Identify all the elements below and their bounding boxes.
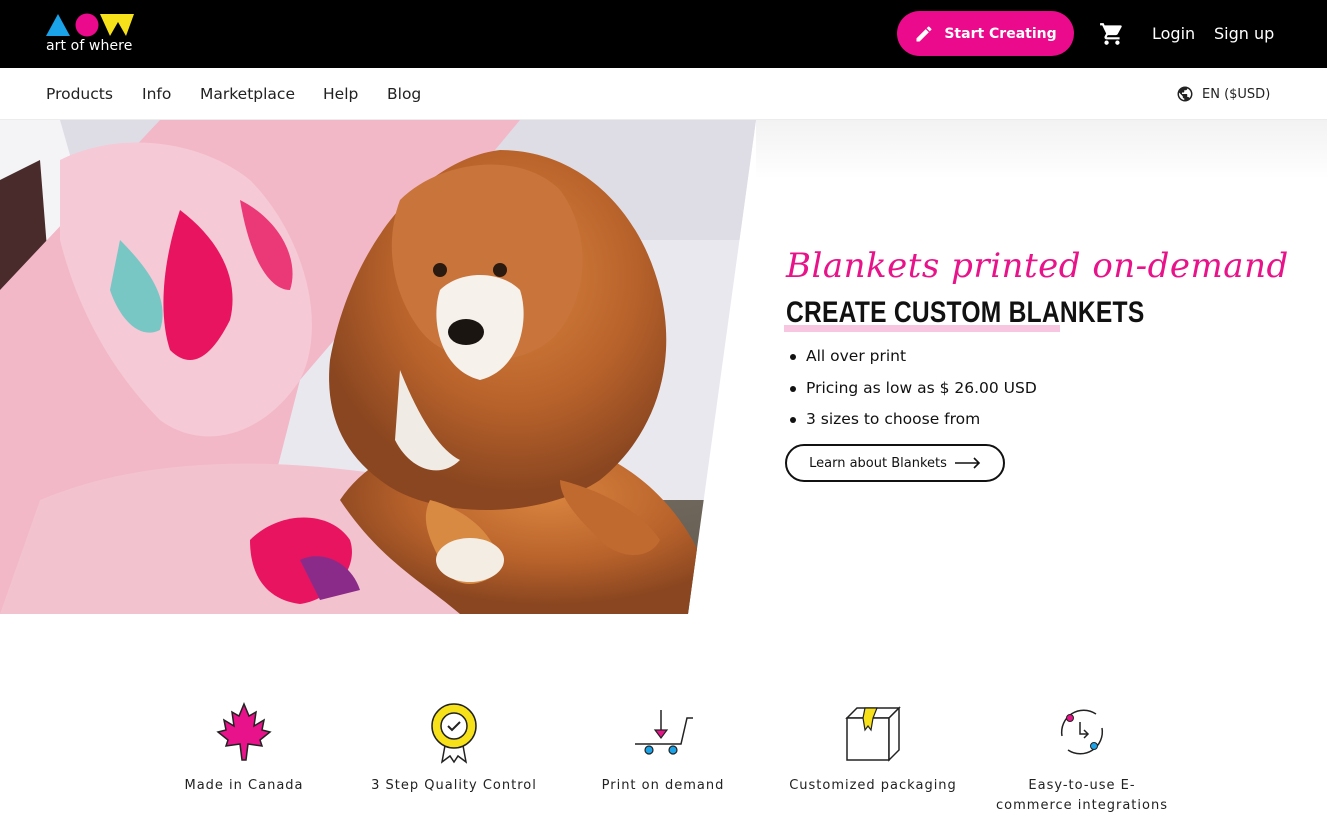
feature-label: Print on demand bbox=[601, 778, 725, 793]
language-selector[interactable]: EN ($USD) bbox=[1176, 85, 1270, 103]
feature-made-in-canada: Made in Canada bbox=[154, 700, 334, 796]
signup-link[interactable]: Sign up bbox=[1214, 24, 1274, 43]
hero-bullet: Pricing as low as $ 26.00 USD bbox=[790, 377, 1037, 409]
hero-bullet-list: All over print Pricing as low as $ 26.00… bbox=[790, 345, 1037, 440]
quality-badge-icon bbox=[431, 703, 477, 764]
hero-bullet: All over print bbox=[790, 345, 1037, 377]
feature-label: 3 Step Quality Control bbox=[371, 778, 537, 793]
hero-bullet: 3 sizes to choose from bbox=[790, 408, 1037, 440]
learn-about-blankets-label: Learn about Blankets bbox=[809, 455, 947, 471]
arrow-right-icon bbox=[954, 457, 981, 469]
logo[interactable]: art of where bbox=[46, 12, 136, 58]
feature-quality-control: 3 Step Quality Control bbox=[364, 700, 544, 796]
feature-label: Customized packaging bbox=[789, 778, 957, 793]
hero-script-title: Blankets printed on-demand bbox=[786, 246, 1289, 286]
nav-item-info[interactable]: Info bbox=[142, 85, 171, 103]
nav-item-help[interactable]: Help bbox=[323, 85, 358, 103]
feature-label: Easy-to-use E-commerce integrations bbox=[996, 778, 1168, 813]
login-link[interactable]: Login bbox=[1152, 24, 1195, 43]
logo-text: art of where bbox=[46, 38, 133, 54]
learn-about-blankets-button[interactable]: Learn about Blankets bbox=[785, 444, 1005, 482]
maple-leaf-icon bbox=[216, 702, 272, 761]
hero-section bbox=[0, 120, 1327, 614]
hero-title: CREATE CUSTOM BLANKETS bbox=[786, 296, 1145, 329]
sync-icon bbox=[1060, 709, 1104, 755]
logo-mark-icon bbox=[46, 13, 134, 37]
cart-print-icon bbox=[635, 710, 693, 755]
feature-print-on-demand: Print on demand bbox=[573, 700, 753, 796]
nav-item-products[interactable]: Products bbox=[46, 85, 113, 103]
feature-label: Made in Canada bbox=[184, 778, 304, 793]
feature-ecommerce-integrations: Easy-to-use E-commerce integrations bbox=[992, 700, 1172, 816]
shopping-cart-icon[interactable] bbox=[1099, 21, 1125, 47]
hero-shadow bbox=[756, 120, 1327, 180]
box-icon bbox=[845, 706, 901, 762]
pencil-icon bbox=[916, 25, 932, 41]
language-label: EN ($USD) bbox=[1202, 86, 1271, 102]
nav-item-marketplace[interactable]: Marketplace bbox=[200, 85, 295, 103]
top-bar: art of where Start Creating Login Sign u… bbox=[0, 0, 1327, 68]
feature-customized-packaging: Customized packaging bbox=[783, 700, 963, 796]
hero-image-dog-on-blanket bbox=[0, 120, 756, 614]
start-creating-label: Start Creating bbox=[944, 25, 1057, 42]
main-nav: Products Info Marketplace Help Blog EN (… bbox=[0, 68, 1327, 120]
nav-item-blog[interactable]: Blog bbox=[387, 85, 421, 103]
start-creating-button[interactable]: Start Creating bbox=[897, 11, 1074, 56]
globe-icon bbox=[1177, 86, 1193, 102]
